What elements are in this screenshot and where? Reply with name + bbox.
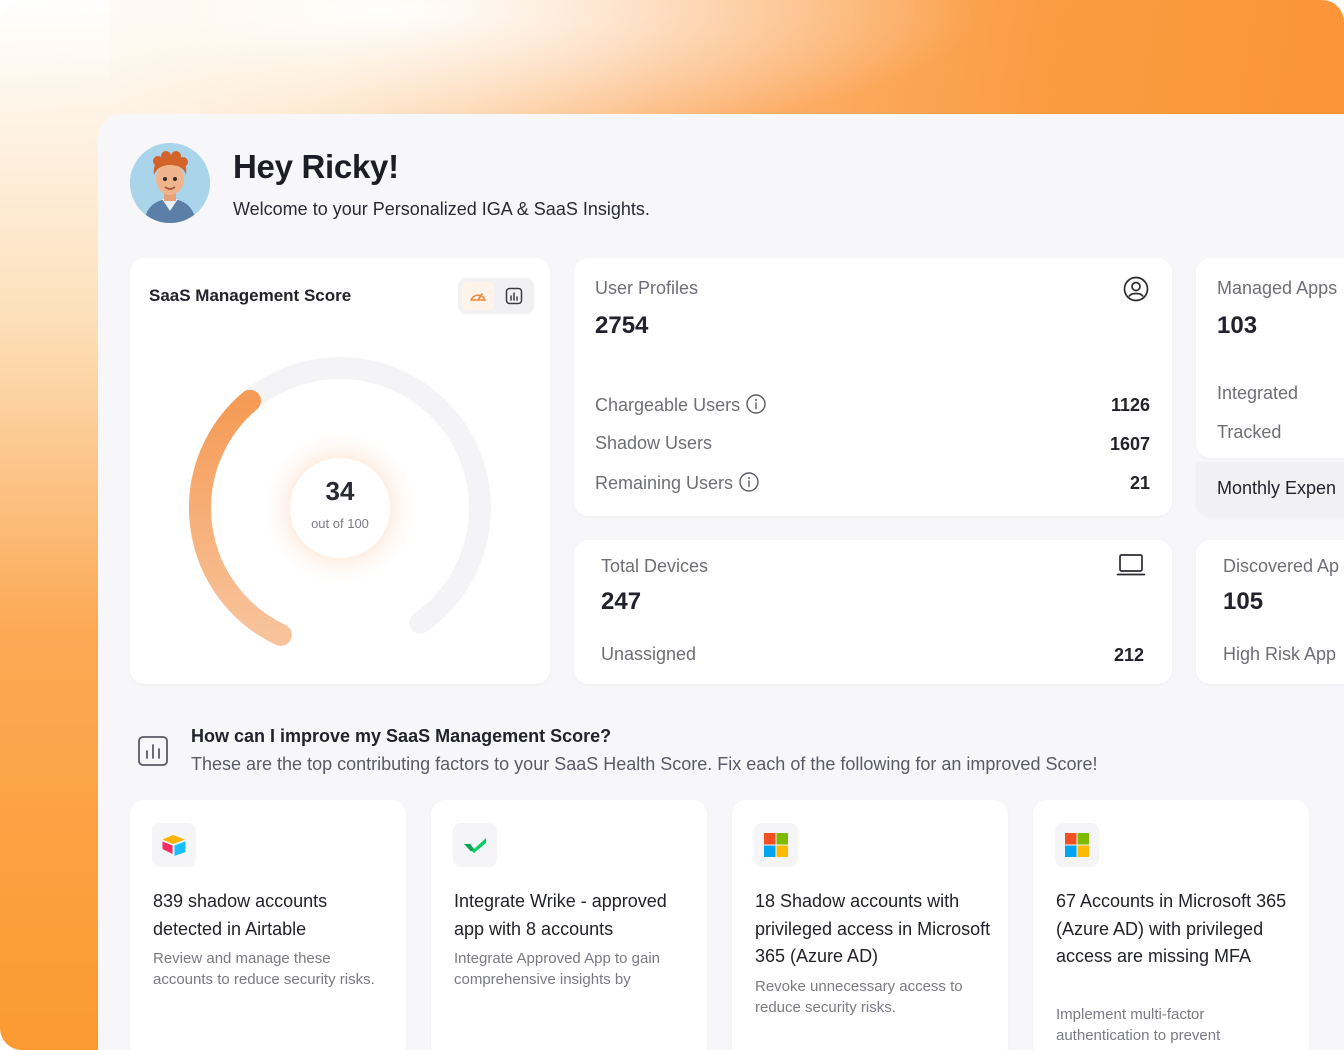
unassigned-value: 212: [1113, 645, 1144, 665]
info-icon[interactable]: [739, 472, 759, 492]
shadow-users-value: 1607: [1109, 434, 1150, 454]
gauge-icon: [470, 293, 486, 301]
chart-view-button[interactable]: [498, 282, 530, 310]
info-icon[interactable]: [746, 394, 766, 414]
recommendation-title: Integrate Wrike - approved app with 8 ac…: [454, 891, 667, 939]
chargeable-users-text: Chargeable Users: [595, 395, 741, 415]
recommendation-title: 67 Accounts in Microsoft 365 (Azure AD) …: [1056, 891, 1287, 966]
user-profiles-card[interactable]: User Profiles 2754 Chargeable Users 1126…: [574, 258, 1172, 516]
recommendation-card[interactable]: 67 Accounts in Microsoft 365 (Azure AD) …: [1033, 800, 1309, 1050]
improve-subtitle: These are the top contributing factors t…: [191, 754, 1098, 774]
greeting-title: Hey Ricky!: [233, 148, 399, 185]
monthly-expense-label: Monthly Expen: [1217, 478, 1337, 498]
recommendation-title: 18 Shadow accounts with privileged acces…: [755, 891, 991, 966]
user-profiles-total: 2754: [595, 312, 649, 339]
remaining-users-text: Remaining Users: [595, 473, 734, 493]
remaining-users-value: 21: [1129, 473, 1150, 493]
recommendation-description: Revoke unnecessary access to reduce secu…: [755, 978, 963, 1016]
score-view-toggle: [458, 278, 534, 314]
score-card-title: SaaS Management Score: [149, 286, 352, 305]
recommendation-card[interactable]: 839 shadow accounts detected in Airtable…: [130, 800, 406, 1050]
saas-score-card: SaaS Management Score 34 out of 100: [130, 258, 550, 684]
bar-chart-icon: [505, 287, 523, 305]
gauge-center: [290, 458, 390, 558]
microsoft-logo-icon: [754, 823, 798, 867]
recommendation-title: 839 shadow accounts detected in Airtable: [153, 891, 328, 939]
recommendation-description: Review and manage these accounts to redu…: [153, 950, 375, 988]
score-caption: out of 100: [311, 516, 369, 531]
total-devices-total: 247: [601, 588, 642, 615]
integrated-label: Integrated: [1217, 383, 1299, 403]
user-profiles-title: User Profiles: [595, 278, 699, 298]
tracked-label: Tracked: [1217, 422, 1282, 442]
discovered-apps-card[interactable]: Discovered Ap 105 High Risk App: [1196, 540, 1344, 684]
recommendation-card[interactable]: 18 Shadow accounts with privileged acces…: [732, 800, 1008, 1050]
background-left-strip: [0, 0, 110, 1050]
high-risk-apps-label: High Risk App: [1223, 644, 1337, 664]
shadow-users-label: Shadow Users: [595, 433, 713, 453]
managed-apps-card[interactable]: Managed Apps 103 Integrated Tracked: [1196, 258, 1344, 458]
total-devices-card[interactable]: Total Devices 247 Unassigned 212: [574, 540, 1172, 684]
recommendation-card[interactable]: Integrate Wrike - approved app with 8 ac…: [431, 800, 707, 1050]
gauge-view-button[interactable]: [462, 282, 494, 310]
managed-apps-title: Managed Apps: [1217, 278, 1338, 298]
laptop-icon: [1116, 554, 1146, 576]
recommendation-description: Implement multi-factor authentication to…: [1056, 1006, 1221, 1044]
avatar-image: [130, 143, 210, 223]
microsoft-logo-icon: [1055, 823, 1099, 867]
score-gauge: [189, 357, 491, 646]
unassigned-label: Unassigned: [601, 644, 697, 664]
managed-apps-total: 103: [1217, 312, 1258, 339]
monthly-expense-row[interactable]: Monthly Expen: [1196, 462, 1344, 516]
greeting-subtitle: Welcome to your Personalized IGA & SaaS …: [233, 199, 650, 219]
wrike-logo-icon: [453, 823, 497, 867]
discovered-apps-title: Discovered Ap: [1223, 556, 1340, 576]
user-circle-icon: [1123, 276, 1149, 302]
airtable-logo-icon: [152, 823, 196, 867]
chargeable-users-label: Chargeable Users: [595, 394, 766, 416]
avatar[interactable]: [130, 143, 210, 223]
discovered-apps-total: 105: [1223, 588, 1264, 615]
bar-chart-icon: [138, 736, 168, 766]
remaining-users-label: Remaining Users: [595, 472, 759, 494]
total-devices-title: Total Devices: [601, 556, 709, 576]
chargeable-users-value: 1126: [1110, 395, 1150, 415]
improve-title: How can I improve my SaaS Management Sco…: [191, 726, 612, 746]
recommendation-description: Integrate Approved App to gain comprehen…: [454, 950, 660, 988]
score-value: 34: [325, 476, 355, 506]
